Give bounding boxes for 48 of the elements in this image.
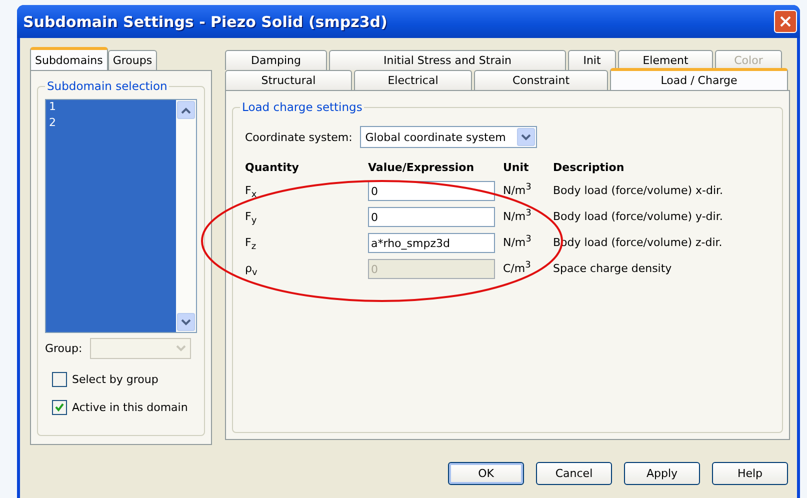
scrollbar[interactable] [176,100,196,332]
tab[interactable]: Damping [225,50,327,70]
tab[interactable]: Load / Charge [610,68,788,90]
dialog-button[interactable]: Apply [624,462,700,485]
coordinate-label: Coordinate system: [245,130,352,144]
column-header: Unit [503,160,530,174]
scroll-down-icon[interactable] [177,313,195,331]
dialog-button[interactable]: Cancel [536,462,612,485]
tab[interactable]: Init [568,50,616,70]
checkbox[interactable] [52,372,67,387]
scroll-up-icon[interactable] [177,101,195,119]
quantity-symbol: F$_{z}$ [245,235,258,253]
group-title: Load charge settings [241,100,364,114]
close-icon [780,16,791,27]
quantity-symbol: F$_{y}$ [245,209,258,227]
unit-label: N/m$^{3}$ [503,233,532,251]
dialog-button[interactable]: Help [712,462,788,485]
unit-label: N/m$^{3}$ [503,181,532,199]
value-field[interactable]: 0 [368,207,495,227]
description-text: Body load (force/volume) y-dir. [553,209,724,225]
unit-label: C/m$^{3}$ [503,259,532,277]
column-header: Description [553,160,626,174]
description-text: Space charge density [553,261,673,277]
checkbox-label: Active in this domain [72,401,188,414]
description-text: Body load (force/volume) x-dir. [553,183,724,199]
tab[interactable]: Groups [108,50,158,70]
column-header: Value/Expression [368,160,476,174]
value-field[interactable]: a*rho_smpz3d [368,233,495,253]
checkbox-label: Select by group [72,373,158,386]
unit-label: N/m$^{3}$ [503,207,532,225]
tab[interactable]: Electrical [354,70,472,90]
tab[interactable]: Structural [225,70,352,90]
group-title: Subdomain selection [46,79,168,93]
column-header: Quantity [245,160,300,174]
coordinate-select[interactable]: Global coordinate system [360,126,538,148]
quantity-symbol: F$_{x}$ [245,183,258,201]
tab[interactable]: Initial Stress and Strain [329,50,566,70]
group-label: Group: [45,342,82,355]
value-field[interactable]: 0 [368,181,495,201]
quantity-symbol: ρ$_{v}$ [245,261,258,279]
tab[interactable]: Constraint [474,70,608,90]
dialog-button[interactable]: OK [448,462,524,485]
checkbox[interactable] [52,400,67,415]
tab[interactable]: Element [618,50,713,70]
subdomain-list[interactable]: 1 2 [45,99,197,333]
close-button[interactable] [774,10,797,33]
window-title: Subdomain Settings - Piezo Solid (smpz3d) [23,12,388,30]
tab[interactable]: Subdomains [30,47,108,70]
